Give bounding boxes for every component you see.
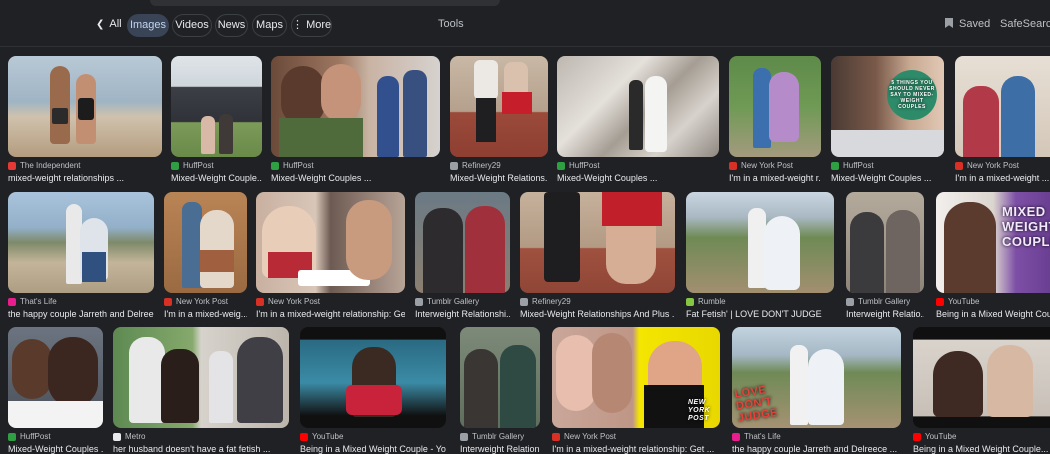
image-thumbnail[interactable] xyxy=(8,192,154,293)
image-result[interactable]: The Independent mixed-weight relationshi… xyxy=(8,56,162,183)
source-favicon-icon xyxy=(732,432,740,441)
source-favicon-icon xyxy=(520,297,528,306)
image-result[interactable]: LOVE DON'T JUDGE That's Life the happy c… xyxy=(732,327,901,454)
source-favicon-icon xyxy=(113,432,121,441)
source-favicon-icon xyxy=(936,297,944,306)
image-result[interactable]: HuffPost Mixed-Weight Couples ... xyxy=(8,327,103,454)
source-favicon-icon xyxy=(846,297,854,306)
image-thumbnail[interactable] xyxy=(271,56,440,157)
image-thumbnail[interactable]: LOVE DON'T JUDGE xyxy=(732,327,901,428)
saved-button[interactable]: Saved xyxy=(945,18,990,30)
search-box-edge[interactable] xyxy=(150,0,500,6)
image-thumbnail[interactable] xyxy=(8,327,103,428)
image-result[interactable]: New York Post I'm in a mixed-weig... xyxy=(164,192,247,319)
tab-images[interactable]: Images xyxy=(127,14,169,37)
image-thumbnail[interactable] xyxy=(415,192,510,293)
image-thumbnail[interactable] xyxy=(171,56,262,157)
tab-all[interactable]: ❮ All xyxy=(92,14,126,37)
source-favicon-icon xyxy=(955,161,963,170)
source-favicon-icon xyxy=(552,432,560,441)
image-thumbnail[interactable] xyxy=(913,327,1050,428)
source-favicon-icon xyxy=(256,297,264,306)
image-thumbnail[interactable] xyxy=(686,192,834,293)
top-navigation-bar: ❮ All Images Videos News Maps ⋮ More Tool… xyxy=(0,0,1050,46)
source-favicon-icon xyxy=(460,432,468,441)
image-result[interactable]: MIXED WEIGHT COUPLE YouTube Being in a M… xyxy=(936,192,1050,319)
tools-button[interactable]: Tools xyxy=(438,18,464,30)
more-dots-icon: ⋮ xyxy=(292,19,307,31)
image-thumbnail[interactable]: 5 THINGS YOU SHOULD NEVER SAY TO MIXED-W… xyxy=(831,56,944,157)
image-thumbnail[interactable]: MIXED WEIGHT COUPLE xyxy=(936,192,1050,293)
image-result[interactable]: That's Life the happy couple Jarreth and… xyxy=(8,192,154,319)
source-favicon-icon xyxy=(8,432,16,441)
image-thumbnail[interactable] xyxy=(300,327,446,428)
tab-videos[interactable]: Videos xyxy=(172,14,212,37)
image-result[interactable]: HuffPost Mixed-Weight Couples ... xyxy=(557,56,719,183)
image-result[interactable]: Refinery29 Mixed-Weight Relations... xyxy=(450,56,548,183)
image-result[interactable]: YouTube Being in a Mixed Weight Couple -… xyxy=(300,327,446,454)
source-favicon-icon xyxy=(557,161,565,170)
source-favicon-icon xyxy=(300,432,308,441)
image-result[interactable]: HuffPost Mixed-Weight Couple... xyxy=(171,56,262,183)
image-result[interactable]: New York Post I'm in a mixed-weight rela… xyxy=(256,192,405,319)
chevron-left-icon: ❮ xyxy=(96,19,105,30)
image-result[interactable]: Rumble Fat Fetish' | LOVE DON'T JUDGE xyxy=(686,192,834,319)
image-thumbnail[interactable]: NEW YORK POST xyxy=(552,327,720,428)
image-thumbnail[interactable] xyxy=(460,327,540,428)
image-result[interactable]: Tumblr Gallery Interweight Relationshi..… xyxy=(415,192,510,319)
tab-maps[interactable]: Maps xyxy=(252,14,287,37)
image-thumbnail[interactable] xyxy=(164,192,247,293)
image-result[interactable]: Refinery29 Mixed-Weight Relationships An… xyxy=(520,192,675,319)
image-thumbnail[interactable] xyxy=(450,56,548,157)
bookmark-icon xyxy=(945,18,953,28)
image-result[interactable]: New York Post I'm in a mixed-weight r... xyxy=(729,56,821,183)
image-result[interactable]: Tumblr Gallery Interweight Relation... xyxy=(460,327,540,454)
image-result[interactable]: HuffPost Mixed-Weight Couples ... xyxy=(271,56,440,183)
image-thumbnail[interactable] xyxy=(8,56,162,157)
image-result[interactable]: YouTube Being in a Mixed Weight Couple..… xyxy=(913,327,1050,454)
image-result[interactable]: NEW YORK POST New York Post I'm in a mix… xyxy=(552,327,720,454)
tab-more[interactable]: ⋮ More xyxy=(291,14,332,37)
image-thumbnail[interactable] xyxy=(256,192,405,293)
source-favicon-icon xyxy=(171,161,179,170)
source-favicon-icon xyxy=(415,297,423,306)
image-thumbnail[interactable] xyxy=(846,192,924,293)
source-favicon-icon xyxy=(831,161,839,170)
image-result[interactable]: 5 THINGS YOU SHOULD NEVER SAY TO MIXED-W… xyxy=(831,56,944,183)
source-favicon-icon xyxy=(913,432,921,441)
source-favicon-icon xyxy=(729,161,737,170)
source-favicon-icon xyxy=(8,297,16,306)
source-favicon-icon xyxy=(450,161,458,170)
source-favicon-icon xyxy=(271,161,279,170)
header-divider xyxy=(0,46,1050,47)
image-thumbnail[interactable] xyxy=(557,56,719,157)
image-thumbnail[interactable] xyxy=(520,192,675,293)
image-thumbnail[interactable] xyxy=(955,56,1050,157)
image-thumbnail[interactable] xyxy=(729,56,821,157)
image-result[interactable]: New York Post I'm in a mixed-weight ... xyxy=(955,56,1050,183)
image-thumbnail[interactable] xyxy=(113,327,289,428)
image-result[interactable]: Metro her husband doesn't have a fat fet… xyxy=(113,327,289,454)
source-favicon-icon xyxy=(8,161,16,170)
safesearch-button[interactable]: SafeSearch xyxy=(1000,18,1050,30)
source-favicon-icon xyxy=(164,297,172,306)
tab-news[interactable]: News xyxy=(215,14,248,37)
image-result[interactable]: Tumblr Gallery Interweight Relatio... xyxy=(846,192,924,319)
source-favicon-icon xyxy=(686,297,694,306)
